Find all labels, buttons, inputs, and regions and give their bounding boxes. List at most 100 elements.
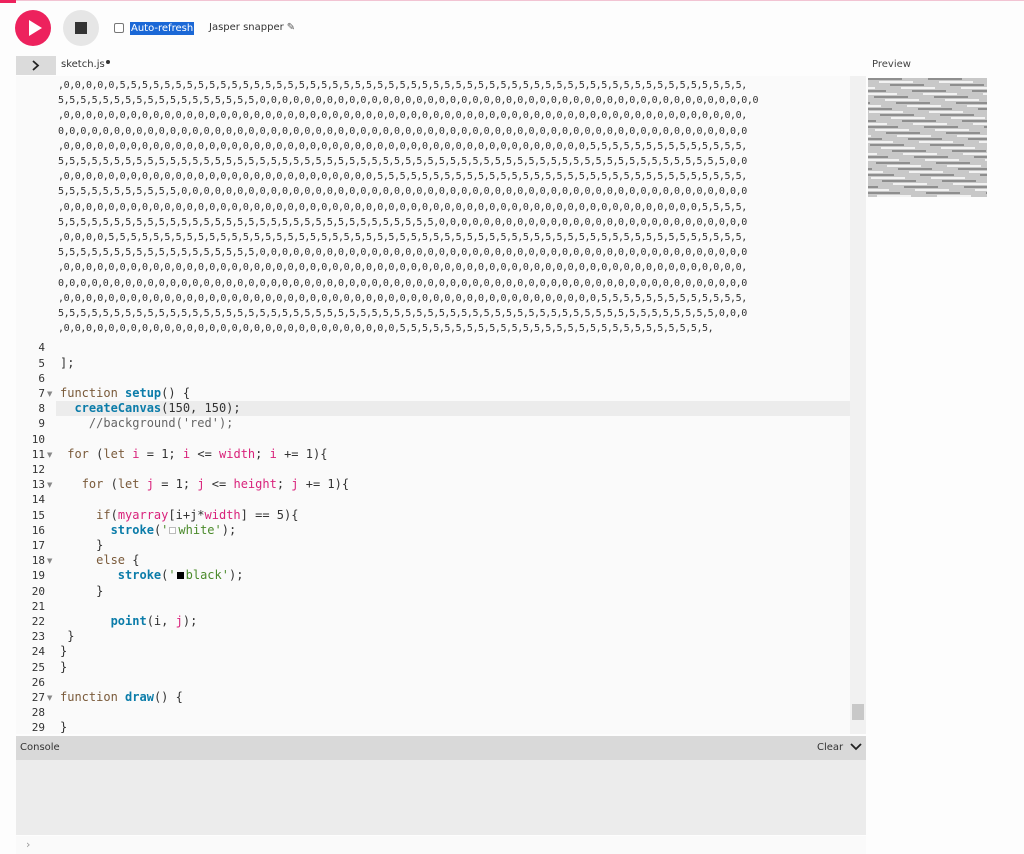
- code-line-array-data: ,0,0,0,0,0,0,0,0,0,0,0,0,0,0,0,0,0,0,0,0…: [58, 171, 747, 183]
- preview-stripe: [868, 102, 870, 104]
- code-line-array-data: 0,0,0,0,0,0,0,0,0,0,0,0,0,0,0,0,0,0,0,0,…: [58, 125, 747, 137]
- auto-refresh-checkbox[interactable]: [114, 23, 124, 33]
- fold-toggle-icon[interactable]: ▼: [47, 691, 52, 706]
- code-line: function draw() {: [60, 690, 183, 704]
- code-line: for (let j = 1; j <= height; j += 1){: [81, 477, 350, 492]
- preview-stripe: [868, 168, 872, 170]
- project-name[interactable]: Jasper snapper ✎: [209, 21, 295, 35]
- code-line-array-data: 0,0,0,0,0,0,0,0,0,0,0,0,0,0,0,0,0,0,0,0,…: [58, 277, 747, 289]
- file-tab-sketch[interactable]: sketch.js: [61, 58, 110, 72]
- unsaved-dot-icon: [105, 60, 110, 64]
- preview-stripe: [868, 141, 893, 143]
- line-number: 8: [38, 402, 45, 416]
- preview-stripe: [923, 93, 957, 95]
- play-icon: [29, 20, 42, 36]
- preview-stripe: [952, 150, 986, 152]
- preview-stripe: [868, 105, 881, 107]
- line-number: 13: [31, 478, 45, 492]
- preview-stripe: [908, 138, 942, 140]
- line-number: 23: [31, 630, 45, 644]
- preview-stripe: [945, 99, 979, 101]
- preview-stripe: [897, 135, 931, 137]
- preview-stripe: [868, 120, 876, 122]
- preview-stripe: [925, 159, 959, 161]
- preview-stripe: [951, 117, 985, 119]
- code-line-array-data: ,0,0,0,0,0,5,5,5,5,5,5,5,5,5,5,5,5,5,5,5…: [58, 80, 747, 91]
- preview-stripe: [891, 117, 925, 119]
- preview-stripe: [882, 180, 916, 182]
- code-line: }: [60, 720, 68, 734]
- preview-stripe: [942, 180, 976, 182]
- toolbar: Auto-refresh Jasper snapper ✎: [0, 0, 1024, 56]
- fold-toggle-icon[interactable]: ▼: [47, 448, 52, 463]
- preview-stripe: [936, 162, 970, 164]
- line-number: 12: [31, 463, 45, 476]
- line-number: 26: [31, 675, 45, 689]
- line-number: 9: [38, 417, 45, 431]
- preview-stripe: [907, 105, 941, 107]
- preview-stripe: [898, 168, 932, 170]
- file-name: sketch.js: [61, 59, 105, 70]
- vertical-scrollbar[interactable]: [850, 76, 866, 734]
- preview-stripe: [886, 132, 920, 134]
- line-number: 29: [31, 721, 45, 734]
- preview-stripe: [962, 120, 987, 122]
- code-editor[interactable]: 4 5 6 7 ▼ 8 9 10 11 ▼ 12 13 ▼ 14 15 16 17 18 ▼ 19 20 21 22 23 24…: [16, 76, 866, 734]
- preview-stripe: [919, 141, 953, 143]
- preview-stripe: [946, 132, 980, 134]
- code-line-array-data: ,0,0,0,0,0,0,0,0,0,0,0,0,0,0,0,0,0,0,0,0…: [58, 323, 714, 335]
- auto-refresh-toggle[interactable]: Auto-refresh: [114, 21, 195, 35]
- code-line: createCanvas(150, 150);: [74, 401, 241, 416]
- preview-stripe: [968, 138, 987, 140]
- preview-stripe: [903, 153, 937, 155]
- sidebar-toggle-button[interactable]: [16, 56, 56, 75]
- preview-stripe: [868, 90, 886, 92]
- chevron-down-icon[interactable]: [850, 742, 862, 752]
- preview-label: Preview: [872, 59, 911, 70]
- line-number: 22: [31, 615, 45, 628]
- preview-stripe: [969, 171, 987, 173]
- pencil-icon[interactable]: ✎: [287, 21, 295, 35]
- code-line-array-data: 5,5,5,5,5,5,5,5,5,5,5,5,5,5,5,5,5,5,5,5,…: [58, 216, 747, 228]
- clear-button[interactable]: Clear: [817, 741, 843, 755]
- preview-stripe: [953, 183, 987, 185]
- fold-toggle-icon[interactable]: ▼: [47, 554, 52, 569]
- scrollbar-thumb[interactable]: [852, 704, 864, 720]
- stop-icon: [75, 22, 87, 34]
- preview-stripe: [868, 126, 898, 128]
- stop-button[interactable]: [63, 10, 99, 46]
- preview-stripe: [974, 156, 987, 158]
- code-line: }: [60, 644, 68, 659]
- preview-stripe: [975, 189, 987, 191]
- console-title: Console: [20, 742, 60, 753]
- preview-stripe: [877, 195, 911, 197]
- preview-stripe: [879, 81, 913, 83]
- console-input[interactable]: ›: [16, 836, 866, 854]
- preview-stripe: [887, 165, 921, 167]
- console-output: [16, 760, 866, 835]
- auto-refresh-label[interactable]: Auto-refresh: [130, 21, 195, 35]
- preview-stripe: [890, 84, 924, 86]
- preview-stripe: [973, 123, 987, 125]
- preview-stripe: [924, 126, 958, 128]
- preview-stripe: [950, 84, 984, 86]
- preview-stripe: [967, 105, 987, 107]
- fold-toggle-icon[interactable]: ▼: [47, 478, 52, 493]
- code-line: function setup() {: [60, 386, 191, 400]
- preview-stripe: [926, 192, 960, 194]
- play-button[interactable]: [15, 10, 51, 46]
- preview-stripe: [868, 171, 883, 173]
- line-number: 5: [38, 356, 45, 370]
- line-number: 24: [31, 645, 45, 659]
- code-area[interactable]: ,0,0,0,0,0,5,5,5,5,5,5,5,5,5,5,5,5,5,5,5…: [56, 76, 850, 734]
- preview-stripe: [909, 171, 943, 173]
- line-number: 10: [31, 432, 45, 446]
- preview-stripe: [868, 87, 875, 89]
- code-line: if(myarray[i+j*width] == 5){: [96, 507, 299, 522]
- preview-canvas[interactable]: [868, 78, 987, 197]
- code-line-array-data: ,0,0,0,0,0,0,0,0,0,0,0,0,0,0,0,0,0,0,0,0…: [58, 140, 747, 152]
- preview-stripe: [868, 123, 887, 125]
- fold-toggle-icon[interactable]: ▼: [47, 387, 52, 402]
- project-name-text: Jasper snapper: [209, 22, 284, 33]
- preview-stripe: [868, 108, 892, 110]
